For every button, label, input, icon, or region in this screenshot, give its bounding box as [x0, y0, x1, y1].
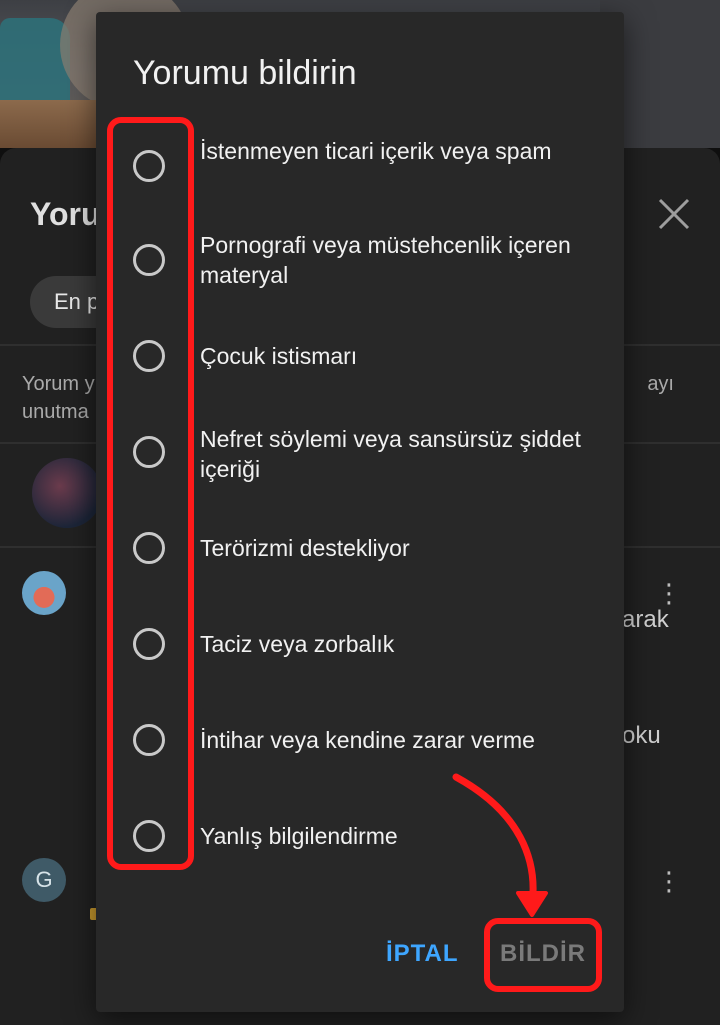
option-label: Çocuk istismarı [200, 343, 358, 369]
annotation-radio-highlight [107, 117, 194, 870]
comment-text-fragment: arak [622, 606, 669, 633]
option-label: Terörizmi destekliyor [200, 535, 410, 561]
close-icon[interactable] [654, 194, 694, 234]
screen: Yoru En p Yorum y ayı unutma ⋮ arak oku … [0, 0, 720, 1025]
guidelines-line1-right: ayı [647, 373, 674, 395]
comments-title: Yoru [30, 196, 101, 232]
option-label: İstenmeyen ticari içerik veya spam [200, 138, 552, 164]
more-options-icon[interactable]: ⋮ [656, 580, 682, 606]
annotation-report-highlight [484, 918, 602, 992]
more-options-icon[interactable]: ⋮ [656, 868, 682, 894]
comment-avatar[interactable]: G [22, 858, 66, 902]
option-label: İntihar veya kendine zarar verme [200, 727, 535, 753]
option-label: Pornografi veya müstehcenlik içeren mate… [200, 232, 571, 288]
option-label: Taciz veya zorbalık [200, 631, 395, 657]
dialog-title: Yorumu bildirin [133, 54, 357, 92]
cancel-button[interactable]: İPTAL [386, 940, 459, 968]
option-label: Nefret söylemi veya sansürsüz şiddet içe… [200, 426, 581, 482]
comment-text-fragment: oku [622, 722, 661, 749]
comment-avatar[interactable] [22, 571, 66, 615]
guidelines-line2: unutma [22, 401, 89, 423]
guidelines-line1: Yorum y [22, 373, 95, 395]
option-label: Yanlış bilgilendirme [200, 823, 398, 849]
avatar [32, 458, 102, 528]
